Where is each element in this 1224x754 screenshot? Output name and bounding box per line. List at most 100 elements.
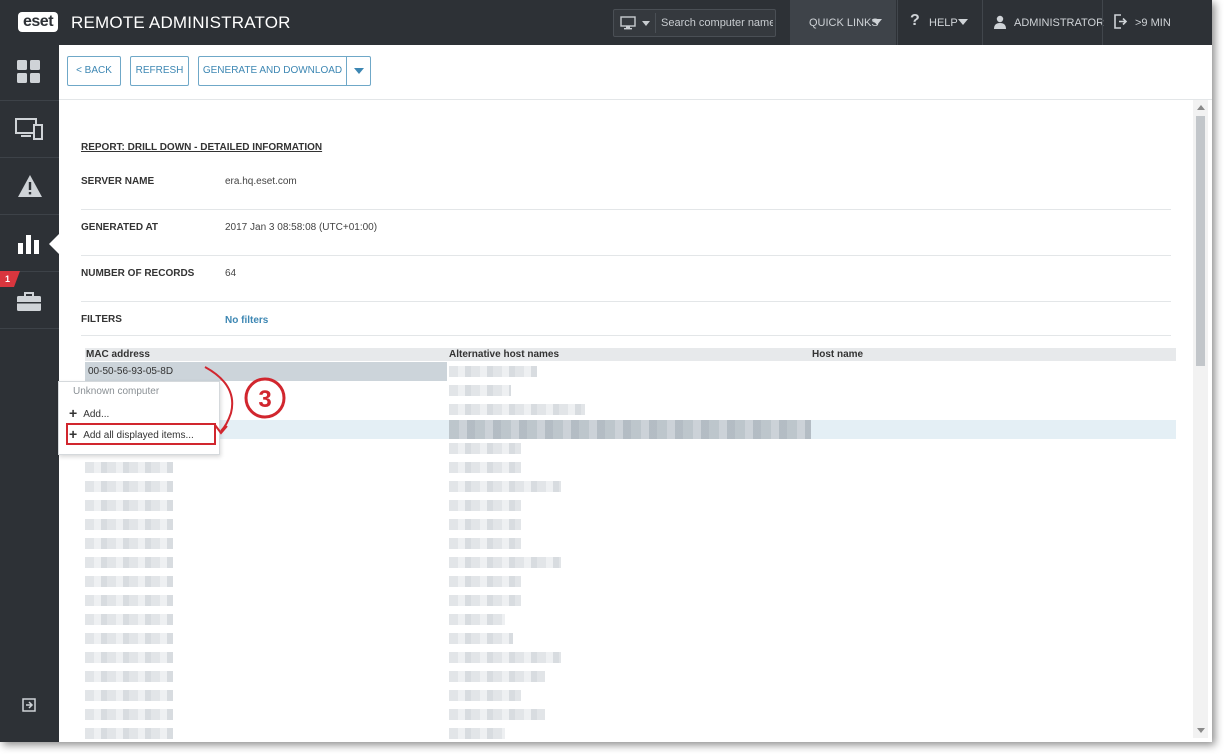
redacted-cell xyxy=(449,652,561,663)
redacted-cell xyxy=(85,709,173,720)
table-row[interactable] xyxy=(85,629,1176,648)
table-row[interactable] xyxy=(85,515,1176,534)
column-header-host[interactable]: Host name xyxy=(812,348,863,361)
step-annotation: 3 xyxy=(204,366,286,435)
redacted-cell xyxy=(449,462,521,473)
table-row[interactable] xyxy=(85,648,1176,667)
question-icon: ? xyxy=(910,12,920,29)
help-label: HELP xyxy=(929,17,958,29)
highlight-box xyxy=(66,423,216,445)
sidebar: 1 xyxy=(0,45,59,742)
generated-at-label: GENERATED AT xyxy=(81,222,159,233)
table-row[interactable] xyxy=(85,591,1176,610)
table-row[interactable] xyxy=(85,458,1176,477)
app-window: eset REMOTE ADMINISTRATOR QUICK LINKS ? … xyxy=(0,0,1212,742)
context-menu-header: Unknown computer xyxy=(73,386,160,397)
help-menu[interactable]: ? HELP xyxy=(898,0,980,45)
vertical-scrollbar[interactable] xyxy=(1193,100,1208,738)
redacted-cell xyxy=(449,519,521,530)
table-row[interactable] xyxy=(85,553,1176,572)
computers-icon xyxy=(15,118,43,140)
table-row[interactable] xyxy=(85,705,1176,724)
redacted-cell xyxy=(449,614,505,625)
redacted-cell xyxy=(449,443,521,454)
scroll-thumb[interactable] xyxy=(1196,116,1205,366)
redacted-cell xyxy=(85,671,173,682)
generate-download-button[interactable]: GENERATE AND DOWNLOAD xyxy=(199,57,346,85)
redacted-cell xyxy=(449,385,511,396)
redacted-cell xyxy=(449,671,545,682)
eset-logo: eset xyxy=(18,12,59,32)
table-header: MAC address Alternative host names Host … xyxy=(85,348,1176,361)
records-label: NUMBER OF RECORDS xyxy=(81,268,195,279)
chevron-down-icon[interactable] xyxy=(642,21,650,26)
sidebar-item-threats[interactable] xyxy=(0,159,59,215)
computer-search xyxy=(613,9,776,37)
divider xyxy=(655,13,656,33)
collapse-icon[interactable] xyxy=(22,698,36,712)
sidebar-item-reports[interactable] xyxy=(0,216,59,272)
session-timer: >9 MIN xyxy=(1135,17,1171,29)
scroll-up-icon[interactable] xyxy=(1197,105,1205,110)
redacted-cell xyxy=(85,500,173,511)
redacted-cell xyxy=(449,728,505,739)
redacted-cell xyxy=(85,690,173,701)
quick-links-menu[interactable]: QUICK LINKS xyxy=(790,0,896,49)
redacted-cell xyxy=(85,538,173,549)
mac-cell: 00-50-56-93-05-8D xyxy=(88,366,174,377)
table-row[interactable] xyxy=(85,534,1176,553)
redacted-cell xyxy=(449,420,811,439)
sidebar-item-dashboard[interactable] xyxy=(0,45,59,101)
column-header-alt-hosts[interactable]: Alternative host names xyxy=(449,348,559,361)
divider xyxy=(81,335,1171,336)
server-name-value: era.hq.eset.com xyxy=(225,176,297,187)
redacted-cell xyxy=(449,404,585,415)
plus-icon: + xyxy=(69,405,78,421)
bar-chart-icon xyxy=(18,235,39,254)
scroll-down-icon[interactable] xyxy=(1197,728,1205,733)
add-menu-item[interactable]: + Add... xyxy=(69,405,109,421)
server-name-row: SERVER NAME era.hq.eset.com xyxy=(81,170,1171,210)
toolbar: < BACK REFRESH GENERATE AND DOWNLOAD xyxy=(59,45,1212,100)
context-menu: Unknown computer + Add... + Add all displa… xyxy=(58,381,220,455)
chevron-down-icon xyxy=(958,19,968,25)
search-input[interactable] xyxy=(661,14,773,32)
table-row[interactable] xyxy=(85,572,1176,591)
briefcase-icon xyxy=(17,292,41,311)
redacted-cell xyxy=(449,690,521,701)
user-menu[interactable]: ADMINISTRATOR xyxy=(983,0,1105,45)
warning-icon xyxy=(18,175,42,197)
user-label: ADMINISTRATOR xyxy=(1014,17,1105,29)
chevron-down-icon xyxy=(872,19,882,25)
sidebar-item-computers[interactable] xyxy=(0,102,59,158)
logout-button[interactable]: >9 MIN xyxy=(1103,0,1203,45)
report-title: REPORT: DRILL DOWN - DETAILED INFORMATIO… xyxy=(81,142,323,153)
redacted-cell xyxy=(449,595,521,606)
logout-icon xyxy=(1114,14,1128,29)
redacted-cell xyxy=(85,576,173,587)
generate-options-dropdown[interactable] xyxy=(346,57,371,85)
table-row[interactable] xyxy=(85,610,1176,629)
table-row[interactable] xyxy=(85,724,1176,742)
redacted-cell xyxy=(449,633,513,644)
table-row[interactable] xyxy=(85,667,1176,686)
monitor-icon[interactable] xyxy=(620,16,636,30)
table-row[interactable] xyxy=(85,686,1176,705)
redacted-cell xyxy=(449,538,521,549)
refresh-button[interactable]: REFRESH xyxy=(130,56,189,86)
table-row[interactable]: 00-50-56-00-00-00 xyxy=(85,439,1176,458)
table-row[interactable] xyxy=(85,477,1176,496)
redacted-cell xyxy=(85,557,173,568)
user-icon xyxy=(994,15,1006,29)
back-button[interactable]: < BACK xyxy=(67,56,121,86)
filters-link[interactable]: No filters xyxy=(225,315,268,326)
app-title: REMOTE ADMINISTRATOR xyxy=(71,13,291,32)
redacted-cell xyxy=(85,462,173,473)
table-row[interactable] xyxy=(85,496,1176,515)
grid-icon xyxy=(17,60,40,83)
quick-links-label: QUICK LINKS xyxy=(809,17,879,29)
filters-row: FILTERS No filters xyxy=(81,302,1171,336)
column-header-mac[interactable]: MAC address xyxy=(86,348,150,361)
redacted-cell xyxy=(85,614,173,625)
redacted-cell xyxy=(85,595,173,606)
